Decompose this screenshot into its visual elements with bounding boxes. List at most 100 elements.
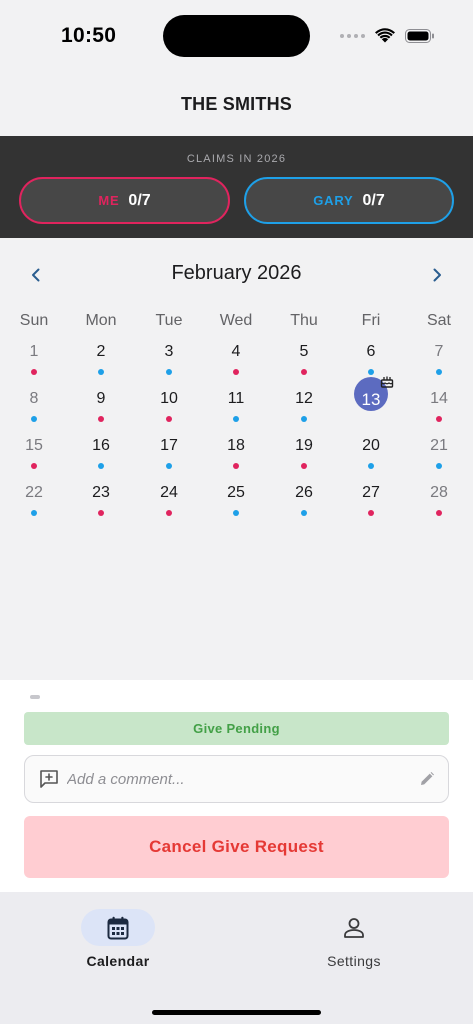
home-indicator <box>152 1010 321 1015</box>
claim-dot-gary <box>368 369 374 375</box>
claim-dot-me <box>233 463 239 469</box>
day-number: 1 <box>29 343 39 360</box>
claim-dot-gary <box>31 416 37 422</box>
claim-dot-me <box>166 510 172 516</box>
weekday-wed: Wed <box>219 312 253 329</box>
claim-dot-me <box>166 416 172 422</box>
month-nav: February 2026 <box>0 260 473 288</box>
day-number: 21 <box>430 437 448 454</box>
calendar-day[interactable]: 18 <box>213 437 259 481</box>
tab-bar: Calendar Settings <box>0 892 473 1024</box>
calendar-day[interactable]: 23 <box>78 484 124 528</box>
day-number: 11 <box>227 390 245 407</box>
tab-calendar[interactable]: Calendar <box>53 909 183 979</box>
calendar-day[interactable]: 26 <box>281 484 327 528</box>
calendar-day[interactable]: 11 <box>213 390 259 434</box>
weekday-tue: Tue <box>155 312 183 329</box>
day-number: 10 <box>160 390 178 407</box>
day-number: 27 <box>362 484 380 501</box>
day-number: 9 <box>96 390 106 407</box>
calendar-day[interactable]: 28 <box>416 484 462 528</box>
day-number: 24 <box>160 484 178 501</box>
claim-gary-name: GARY <box>313 193 354 208</box>
claim-dot-me <box>436 416 442 422</box>
claim-dot-me <box>31 463 37 469</box>
calendar-day[interactable]: 13 <box>348 376 394 434</box>
day-number: 28 <box>430 484 448 501</box>
claim-dot-me <box>301 463 307 469</box>
calendar-day[interactable]: 21 <box>416 437 462 481</box>
calendar-day[interactable]: 9 <box>78 390 124 434</box>
day-number: 5 <box>299 343 309 360</box>
claim-me-button[interactable]: ME 0/7 <box>19 177 230 224</box>
cellular-signal-icon <box>340 33 365 38</box>
comment-field[interactable] <box>24 755 449 803</box>
weekday-header: Sun Mon Tue Wed Thu Fri Sat <box>0 312 473 332</box>
claim-dot-gary <box>436 463 442 469</box>
claim-dot-gary <box>233 510 239 516</box>
day-number: 12 <box>295 390 313 407</box>
weekday-mon: Mon <box>85 312 117 329</box>
status-badge: Give Pending <box>24 712 449 745</box>
tab-calendar-label: Calendar <box>86 953 150 969</box>
calendar-day[interactable]: 7 <box>416 343 462 387</box>
person-icon <box>344 917 364 938</box>
calendar-day[interactable]: 20 <box>348 437 394 481</box>
claim-dot-me <box>301 369 307 375</box>
claim-dot-gary <box>166 369 172 375</box>
weekday-thu: Thu <box>290 312 318 329</box>
day-number: 18 <box>227 437 245 454</box>
calendar-day[interactable]: 12 <box>281 390 327 434</box>
claim-dot-gary <box>301 416 307 422</box>
day-number: 7 <box>434 343 444 360</box>
calendar-day[interactable]: 4 <box>213 343 259 387</box>
claim-dot-me <box>368 510 374 516</box>
calendar-day[interactable]: 22 <box>11 484 57 528</box>
day-number: 22 <box>25 484 43 501</box>
calendar-day[interactable]: 15 <box>11 437 57 481</box>
day-number: 4 <box>231 343 241 360</box>
claim-gary-count: 0/7 <box>362 191 385 209</box>
pencil-icon[interactable] <box>419 771 435 787</box>
calendar-day[interactable]: 2 <box>78 343 124 387</box>
calendar: February 2026 Sun Mon Tue Wed Thu Fri Sat 1234… <box>0 238 473 680</box>
comment-input[interactable] <box>67 764 407 794</box>
claim-dot-gary <box>31 510 37 516</box>
day-number: 8 <box>29 390 39 407</box>
day-number: 14 <box>430 390 448 407</box>
claim-dot-me <box>98 416 104 422</box>
calendar-day[interactable]: 25 <box>213 484 259 528</box>
status-bar: 10:50 <box>0 0 473 72</box>
claim-me-count: 0/7 <box>128 191 151 209</box>
calendar-day[interactable]: 8 <box>11 390 57 434</box>
calendar-day[interactable]: 3 <box>146 343 192 387</box>
calendar-day[interactable]: 19 <box>281 437 327 481</box>
calendar-day[interactable]: 10 <box>146 390 192 434</box>
claim-dot-me <box>98 510 104 516</box>
tab-settings[interactable]: Settings <box>289 909 419 979</box>
request-sheet: Give Pending Cancel Give Request <box>0 680 473 892</box>
status-icons <box>340 28 435 43</box>
calendar-day[interactable]: 27 <box>348 484 394 528</box>
cake-icon <box>380 376 394 388</box>
calendar-day[interactable]: 17 <box>146 437 192 481</box>
sheet-handle <box>30 695 40 699</box>
next-month-button[interactable] <box>426 264 448 286</box>
day-number: 25 <box>227 484 245 501</box>
claim-dot-gary <box>166 463 172 469</box>
app-header: THE SMITHS <box>0 72 473 136</box>
calendar-day[interactable]: 14 <box>416 390 462 434</box>
day-number: 16 <box>92 437 110 454</box>
claim-dot-gary <box>368 463 374 469</box>
calendar-day[interactable]: 16 <box>78 437 124 481</box>
day-number: 2 <box>96 343 106 360</box>
calendar-day[interactable]: 1 <box>11 343 57 387</box>
page-title: THE SMITHS <box>180 93 292 114</box>
day-number: 3 <box>164 343 174 360</box>
day-number: 20 <box>362 437 380 454</box>
calendar-day[interactable]: 24 <box>146 484 192 528</box>
day-number: 26 <box>295 484 313 501</box>
cancel-give-request-button[interactable]: Cancel Give Request <box>24 816 449 878</box>
claim-gary-button[interactable]: GARY 0/7 <box>244 177 454 224</box>
calendar-day[interactable]: 5 <box>281 343 327 387</box>
